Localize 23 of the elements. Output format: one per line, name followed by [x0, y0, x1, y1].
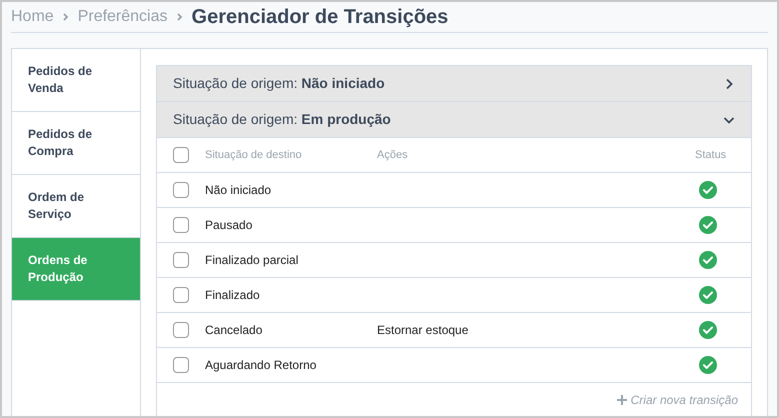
checkbox[interactable] — [173, 217, 189, 233]
checkbox[interactable] — [173, 322, 189, 338]
table-cell: Aguardando Retorno — [205, 358, 316, 372]
accordion-header[interactable]: Situação de origem: Não iniciado — [157, 66, 751, 102]
table-cell: Pausado — [205, 218, 252, 232]
table-cell: Cancelado — [205, 323, 262, 337]
table-cell: Finalizado — [205, 288, 260, 302]
column-header: Ações — [377, 148, 409, 163]
page-title: Gerenciador de Transições — [192, 5, 448, 30]
checkbox[interactable] — [173, 357, 189, 373]
plus-icon — [616, 395, 627, 405]
checkbox[interactable] — [173, 287, 189, 303]
chevron-right-icon — [62, 13, 70, 21]
accordion-header[interactable]: Situação de origem: Em produção — [157, 102, 751, 138]
table-cell: Finalizado parcial — [205, 253, 298, 267]
column-header: Situação de destino — [205, 148, 303, 163]
checkbox[interactable] — [173, 252, 189, 268]
table-cell: Estornar estoque — [377, 323, 468, 337]
checkbox[interactable] — [173, 182, 189, 198]
table-cell: Não iniciado — [205, 183, 272, 197]
column-header: Status — [695, 148, 728, 163]
checkbox[interactable] — [173, 147, 189, 163]
chevron-right-icon — [176, 13, 184, 21]
